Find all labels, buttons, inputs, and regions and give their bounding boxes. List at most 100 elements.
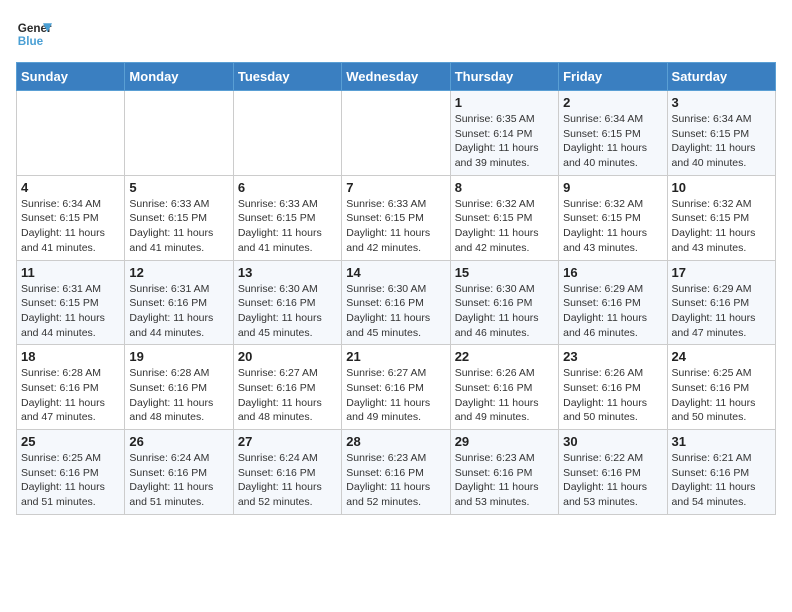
day-number: 17 <box>672 265 771 280</box>
day-cell: 19 Sunrise: 6:28 AMSunset: 6:16 PMDayligh… <box>125 345 233 430</box>
day-cell: 28 Sunrise: 6:23 AMSunset: 6:16 PMDayligh… <box>342 430 450 515</box>
day-number: 6 <box>238 180 337 195</box>
day-info: Sunrise: 6:33 AMSunset: 6:15 PMDaylight:… <box>346 197 445 256</box>
day-number: 31 <box>672 434 771 449</box>
day-cell: 10 Sunrise: 6:32 AMSunset: 6:15 PMDayligh… <box>667 175 775 260</box>
day-cell <box>342 91 450 176</box>
day-number: 30 <box>563 434 662 449</box>
day-number: 23 <box>563 349 662 364</box>
day-number: 15 <box>455 265 554 280</box>
day-cell: 4 Sunrise: 6:34 AMSunset: 6:15 PMDaylight… <box>17 175 125 260</box>
day-info: Sunrise: 6:31 AMSunset: 6:16 PMDaylight:… <box>129 282 228 341</box>
day-number: 16 <box>563 265 662 280</box>
header-cell-friday: Friday <box>559 63 667 91</box>
day-cell: 17 Sunrise: 6:29 AMSunset: 6:16 PMDayligh… <box>667 260 775 345</box>
day-number: 1 <box>455 95 554 110</box>
day-number: 25 <box>21 434 120 449</box>
day-info: Sunrise: 6:32 AMSunset: 6:15 PMDaylight:… <box>455 197 554 256</box>
day-info: Sunrise: 6:30 AMSunset: 6:16 PMDaylight:… <box>455 282 554 341</box>
day-number: 13 <box>238 265 337 280</box>
day-info: Sunrise: 6:24 AMSunset: 6:16 PMDaylight:… <box>238 451 337 510</box>
week-row-1: 4 Sunrise: 6:34 AMSunset: 6:15 PMDaylight… <box>17 175 776 260</box>
day-cell: 26 Sunrise: 6:24 AMSunset: 6:16 PMDayligh… <box>125 430 233 515</box>
week-row-2: 11Sunrise: 6:31 AMSunset: 6:15 PMDayligh… <box>17 260 776 345</box>
logo: General Blue <box>16 16 28 52</box>
day-cell: 16 Sunrise: 6:29 AMSunset: 6:16 PMDayligh… <box>559 260 667 345</box>
day-number: 29 <box>455 434 554 449</box>
day-cell: 15 Sunrise: 6:30 AMSunset: 6:16 PMDayligh… <box>450 260 558 345</box>
day-cell: 18 Sunrise: 6:28 AMSunset: 6:16 PMDayligh… <box>17 345 125 430</box>
day-info: Sunrise: 6:28 AMSunset: 6:16 PMDaylight:… <box>129 366 228 425</box>
day-number: 27 <box>238 434 337 449</box>
header-cell-wednesday: Wednesday <box>342 63 450 91</box>
header-cell-tuesday: Tuesday <box>233 63 341 91</box>
day-number: 22 <box>455 349 554 364</box>
day-number: 12 <box>129 265 228 280</box>
day-info: Sunrise: 6:27 AMSunset: 6:16 PMDaylight:… <box>238 366 337 425</box>
svg-text:Blue: Blue <box>18 35 44 48</box>
day-info: Sunrise: 6:23 AMSunset: 6:16 PMDaylight:… <box>455 451 554 510</box>
day-info: Sunrise: 6:31 AMSunset: 6:15 PMDaylight:… <box>21 282 120 341</box>
day-number: 18 <box>21 349 120 364</box>
logo-icon: General Blue <box>16 16 52 52</box>
day-number: 21 <box>346 349 445 364</box>
day-cell: 1 Sunrise: 6:35 AMSunset: 6:14 PMDaylight… <box>450 91 558 176</box>
day-cell: 30 Sunrise: 6:22 AMSunset: 6:16 PMDayligh… <box>559 430 667 515</box>
day-cell: 12 Sunrise: 6:31 AMSunset: 6:16 PMDayligh… <box>125 260 233 345</box>
day-number: 2 <box>563 95 662 110</box>
day-info: Sunrise: 6:24 AMSunset: 6:16 PMDaylight:… <box>129 451 228 510</box>
day-cell: 5 Sunrise: 6:33 AMSunset: 6:15 PMDaylight… <box>125 175 233 260</box>
day-cell: 7 Sunrise: 6:33 AMSunset: 6:15 PMDaylight… <box>342 175 450 260</box>
day-info: Sunrise: 6:25 AMSunset: 6:16 PMDaylight:… <box>672 366 771 425</box>
day-cell: 25 Sunrise: 6:25 AMSunset: 6:16 PMDayligh… <box>17 430 125 515</box>
day-cell: 27 Sunrise: 6:24 AMSunset: 6:16 PMDayligh… <box>233 430 341 515</box>
day-info: Sunrise: 6:29 AMSunset: 6:16 PMDaylight:… <box>672 282 771 341</box>
header-cell-saturday: Saturday <box>667 63 775 91</box>
day-number: 10 <box>672 180 771 195</box>
day-info: Sunrise: 6:35 AMSunset: 6:14 PMDaylight:… <box>455 112 554 171</box>
day-cell: 14Sunrise: 6:30 AMSunset: 6:16 PMDayligh… <box>342 260 450 345</box>
day-number: 7 <box>346 180 445 195</box>
day-info: Sunrise: 6:30 AMSunset: 6:16 PMDaylight:… <box>346 282 445 341</box>
page-header: General Blue <box>16 16 776 52</box>
day-info: Sunrise: 6:26 AMSunset: 6:16 PMDaylight:… <box>563 366 662 425</box>
day-cell: 2 Sunrise: 6:34 AMSunset: 6:15 PMDaylight… <box>559 91 667 176</box>
day-number: 9 <box>563 180 662 195</box>
day-info: Sunrise: 6:29 AMSunset: 6:16 PMDaylight:… <box>563 282 662 341</box>
day-cell: 24 Sunrise: 6:25 AMSunset: 6:16 PMDayligh… <box>667 345 775 430</box>
calendar-header: SundayMondayTuesdayWednesdayThursdayFrid… <box>17 63 776 91</box>
day-info: Sunrise: 6:34 AMSunset: 6:15 PMDaylight:… <box>672 112 771 171</box>
header-cell-thursday: Thursday <box>450 63 558 91</box>
day-number: 19 <box>129 349 228 364</box>
day-cell <box>233 91 341 176</box>
day-info: Sunrise: 6:23 AMSunset: 6:16 PMDaylight:… <box>346 451 445 510</box>
day-number: 3 <box>672 95 771 110</box>
header-cell-monday: Monday <box>125 63 233 91</box>
day-cell: 9 Sunrise: 6:32 AMSunset: 6:15 PMDaylight… <box>559 175 667 260</box>
day-info: Sunrise: 6:22 AMSunset: 6:16 PMDaylight:… <box>563 451 662 510</box>
calendar-table: SundayMondayTuesdayWednesdayThursdayFrid… <box>16 62 776 515</box>
day-info: Sunrise: 6:32 AMSunset: 6:15 PMDaylight:… <box>672 197 771 256</box>
day-info: Sunrise: 6:33 AMSunset: 6:15 PMDaylight:… <box>129 197 228 256</box>
week-row-3: 18 Sunrise: 6:28 AMSunset: 6:16 PMDayligh… <box>17 345 776 430</box>
day-info: Sunrise: 6:34 AMSunset: 6:15 PMDaylight:… <box>563 112 662 171</box>
day-number: 26 <box>129 434 228 449</box>
day-number: 5 <box>129 180 228 195</box>
calendar-body: 1 Sunrise: 6:35 AMSunset: 6:14 PMDaylight… <box>17 91 776 515</box>
day-info: Sunrise: 6:32 AMSunset: 6:15 PMDaylight:… <box>563 197 662 256</box>
day-cell: 11Sunrise: 6:31 AMSunset: 6:15 PMDayligh… <box>17 260 125 345</box>
day-number: 28 <box>346 434 445 449</box>
day-cell <box>17 91 125 176</box>
header-row: SundayMondayTuesdayWednesdayThursdayFrid… <box>17 63 776 91</box>
day-number: 24 <box>672 349 771 364</box>
day-info: Sunrise: 6:28 AMSunset: 6:16 PMDaylight:… <box>21 366 120 425</box>
day-number: 4 <box>21 180 120 195</box>
day-cell: 22Sunrise: 6:26 AMSunset: 6:16 PMDayligh… <box>450 345 558 430</box>
day-info: Sunrise: 6:34 AMSunset: 6:15 PMDaylight:… <box>21 197 120 256</box>
week-row-0: 1 Sunrise: 6:35 AMSunset: 6:14 PMDaylight… <box>17 91 776 176</box>
day-number: 20 <box>238 349 337 364</box>
day-info: Sunrise: 6:25 AMSunset: 6:16 PMDaylight:… <box>21 451 120 510</box>
header-cell-sunday: Sunday <box>17 63 125 91</box>
day-cell: 21Sunrise: 6:27 AMSunset: 6:16 PMDayligh… <box>342 345 450 430</box>
day-cell <box>125 91 233 176</box>
